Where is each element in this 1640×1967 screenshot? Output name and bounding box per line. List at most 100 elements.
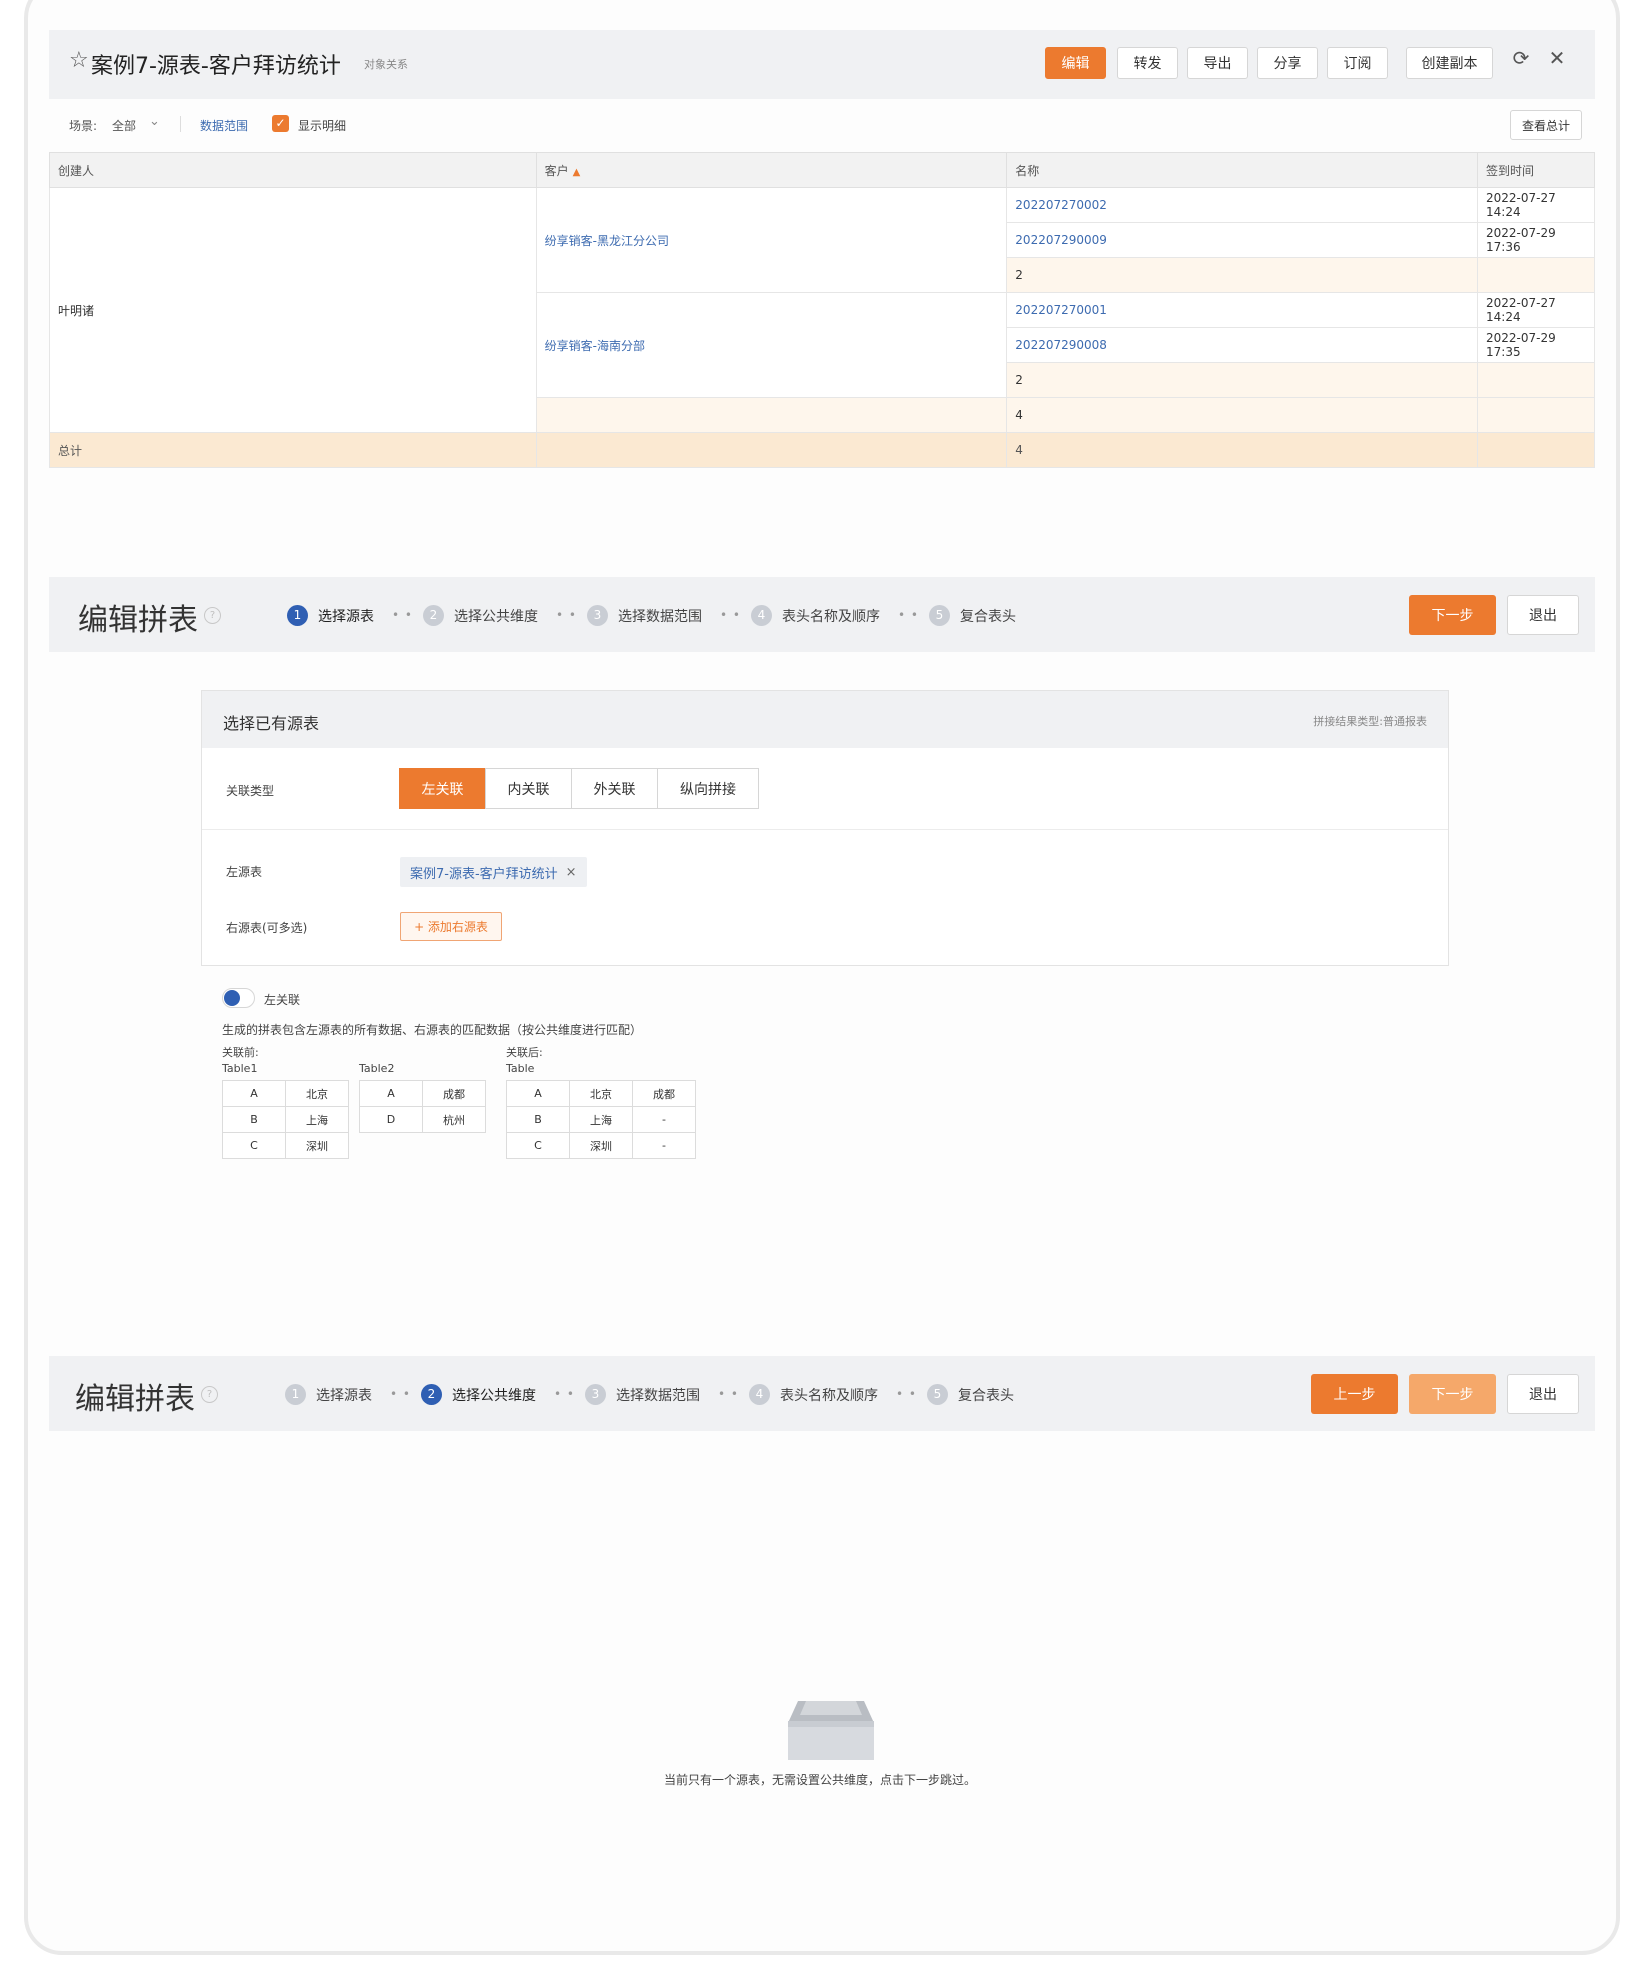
table1-name: Table1 <box>222 1062 258 1075</box>
chevron-down-icon[interactable]: ⌄ <box>149 114 160 129</box>
wizard-header: 编辑拼表 ? 1 选择源表 • • 2 选择公共维度 • • 3 选择数据范围 • •… <box>49 577 1595 652</box>
select-source-card: 选择已有源表 拼接结果类型:普通报表 关联类型 左关联 内关联 外关联 纵向拼接… <box>201 690 1449 966</box>
column-header-label: 客户 <box>544 163 569 178</box>
column-header[interactable]: 创建人 <box>49 152 537 188</box>
table-cell: 上海 <box>569 1106 633 1133</box>
step-header-order[interactable]: 4 表头名称及顺序 <box>749 1384 878 1405</box>
close-icon[interactable]: ✕ <box>1545 46 1569 70</box>
checkin-time: 2022-07-29 17:35 <box>1477 327 1595 363</box>
add-right-source-button[interactable]: + 添加右源表 <box>400 912 502 941</box>
refresh-icon[interactable]: ⟳ <box>1509 46 1533 70</box>
step-data-range[interactable]: 3 选择数据范围 <box>587 605 702 626</box>
table-cell: 成都 <box>632 1080 696 1107</box>
step-common-dimension[interactable]: 2 选择公共维度 <box>421 1384 536 1405</box>
table-cell: C <box>506 1132 570 1159</box>
step-data-range[interactable]: 3 选择数据范围 <box>585 1384 700 1405</box>
help-icon[interactable]: ? <box>201 1386 218 1403</box>
step-separator: • • <box>718 1387 739 1401</box>
join-description: 生成的拼表包含左源表的所有数据、右源表的匹配数据（按公共维度进行匹配） <box>222 1023 643 1037</box>
checkin-time: 2022-07-29 17:36 <box>1477 222 1595 258</box>
table-row: B 上海 <box>222 1106 349 1133</box>
table-cell: 上海 <box>285 1106 349 1133</box>
join-inner-option[interactable]: 内关联 <box>485 768 572 809</box>
next-button[interactable]: 下一步 <box>1409 1374 1496 1414</box>
record-link[interactable]: 202207290009 <box>1006 222 1479 258</box>
customer-link[interactable]: 纷享销客-黑龙江分公司 <box>535 187 1008 293</box>
example-result-table: A 北京 成都 B 上海 - C 深圳 - <box>506 1080 696 1159</box>
table2-name: Table2 <box>359 1062 395 1075</box>
table-row: B 上海 - <box>506 1106 696 1133</box>
join-left-option[interactable]: 左关联 <box>399 768 486 809</box>
example-table2: A 成都 D 杭州 <box>359 1080 486 1133</box>
after-label: 关联后: <box>506 1046 543 1059</box>
forward-button[interactable]: 转发 <box>1117 47 1178 79</box>
step-number: 5 <box>929 605 950 626</box>
next-button[interactable]: 下一步 <box>1409 595 1496 635</box>
subscribe-button[interactable]: 订阅 <box>1327 47 1388 79</box>
record-link[interactable]: 202207270002 <box>1006 187 1479 223</box>
help-icon[interactable]: ? <box>204 607 221 624</box>
creator-cell: 叶明诸 <box>49 187 537 433</box>
empty-box-icon <box>788 1701 874 1760</box>
customer-link[interactable]: 纷享销客-海南分部 <box>535 292 1008 398</box>
column-header[interactable]: 签到时间 <box>1477 152 1595 188</box>
table-cell: 深圳 <box>285 1132 349 1159</box>
scene-select[interactable]: 全部 <box>112 117 136 134</box>
column-header[interactable]: 客户 ▲ <box>535 152 1008 188</box>
table-cell: B <box>506 1106 570 1133</box>
table-row: A 北京 成都 <box>506 1080 696 1107</box>
table-cell: - <box>632 1132 696 1159</box>
step-number: 1 <box>285 1384 306 1405</box>
prev-button[interactable]: 上一步 <box>1311 1374 1398 1414</box>
step-label: 表头名称及顺序 <box>782 608 880 625</box>
toggle-knob <box>224 990 240 1006</box>
star-icon[interactable]: ☆ <box>69 48 89 73</box>
table-row: C 深圳 <box>222 1132 349 1159</box>
wizard-title: 编辑拼表 <box>75 1382 195 1417</box>
record-link[interactable]: 202207290008 <box>1006 327 1479 363</box>
exit-button[interactable]: 退出 <box>1507 595 1579 635</box>
step-common-dimension[interactable]: 2 选择公共维度 <box>423 605 538 626</box>
edit-button[interactable]: 编辑 <box>1045 47 1106 79</box>
step-select-source[interactable]: 1 选择源表 <box>285 1384 372 1405</box>
step-label: 选择公共维度 <box>452 1387 536 1404</box>
step-select-source[interactable]: 1 选择源表 <box>287 605 374 626</box>
left-source-name: 案例7-源表-客户拜访统计 <box>410 866 558 882</box>
exit-button[interactable]: 退出 <box>1507 1374 1579 1414</box>
share-button[interactable]: 分享 <box>1257 47 1318 79</box>
step-compound-header[interactable]: 5 复合表头 <box>929 605 1016 626</box>
pivot-table: 创建人 客户 ▲ 名称 签到时间 叶明诸 纷享销客-黑龙江分公司 20220727… <box>49 152 1595 468</box>
export-button[interactable]: 导出 <box>1187 47 1248 79</box>
step-number: 5 <box>927 1384 948 1405</box>
subtotal-empty <box>1477 257 1595 293</box>
step-separator: • • <box>896 1387 917 1401</box>
table-cell: A <box>506 1080 570 1107</box>
step-compound-header[interactable]: 5 复合表头 <box>927 1384 1014 1405</box>
step-header-order[interactable]: 4 表头名称及顺序 <box>751 605 880 626</box>
table-cell: - <box>632 1106 696 1133</box>
data-range-link[interactable]: 数据范围 <box>200 117 248 134</box>
scene-label: 场景: <box>69 119 98 133</box>
view-total-button[interactable]: 查看总计 <box>1510 110 1582 140</box>
join-vertical-option[interactable]: 纵向拼接 <box>657 768 759 809</box>
table-cell: 杭州 <box>422 1106 486 1133</box>
before-label: 关联前: <box>222 1046 259 1059</box>
total-value: 4 <box>1006 432 1479 468</box>
show-detail-checkbox[interactable]: ✓ <box>272 115 289 132</box>
subtotal-value: 2 <box>1006 257 1479 293</box>
step-separator: • • <box>556 608 577 622</box>
divider <box>202 829 1448 830</box>
result-type-hint: 拼接结果类型:普通报表 <box>1313 715 1427 728</box>
remove-tag-icon[interactable]: × <box>566 865 577 880</box>
record-link[interactable]: 202207270001 <box>1006 292 1479 328</box>
total-label: 总计 <box>49 432 537 468</box>
step-label: 选择数据范围 <box>616 1387 700 1404</box>
join-explain-toggle[interactable] <box>222 988 255 1008</box>
total-empty <box>1477 432 1595 468</box>
join-outer-option[interactable]: 外关联 <box>571 768 658 809</box>
column-header[interactable]: 名称 <box>1006 152 1479 188</box>
create-copy-button[interactable]: 创建副本 <box>1406 47 1493 79</box>
card-title: 选择已有源表 <box>223 714 320 733</box>
step-number: 4 <box>749 1384 770 1405</box>
sort-icon[interactable]: ▲ <box>573 167 581 178</box>
